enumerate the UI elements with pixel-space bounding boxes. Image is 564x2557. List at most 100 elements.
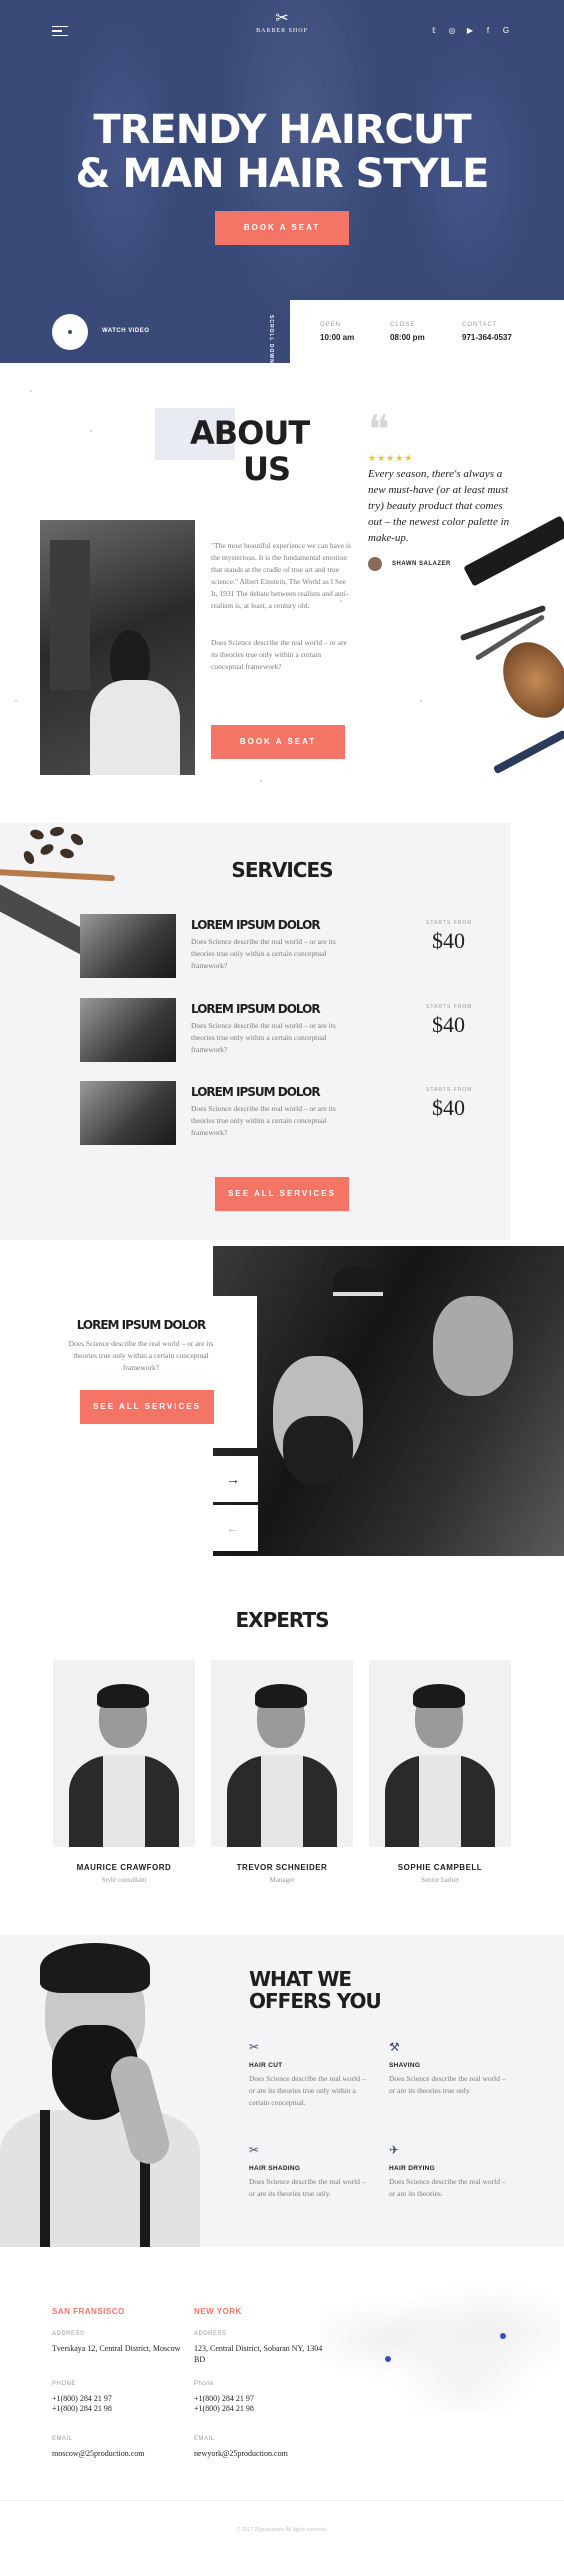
quote-icon: ❝ xyxy=(368,407,390,452)
photo-shape xyxy=(413,1684,465,1708)
scroll-down-label[interactable]: SCROLL DOWN xyxy=(268,315,274,364)
email-label: EMAIL xyxy=(52,2436,73,2442)
service-photo xyxy=(80,998,176,1062)
offer-item: ✂ HAIR SHADING Does Science describe the… xyxy=(249,2143,369,2200)
expert-card[interactable]: MAURICE CRAWFORD Style consultant xyxy=(53,1660,195,1884)
about-title: ABOUT US xyxy=(190,415,310,487)
barber-at-work-photo xyxy=(213,1246,564,1556)
photo-shape xyxy=(283,1416,353,1486)
service-price: $40 xyxy=(432,1012,465,1037)
contact-phone: CONTACT 971-364-0537 xyxy=(462,322,512,342)
hamburger-menu-icon[interactable] xyxy=(52,26,68,36)
bearded-man-photo xyxy=(0,1935,200,2247)
email-link[interactable]: newyork@25production.com xyxy=(194,2448,288,2459)
photo-shape xyxy=(103,1755,145,1847)
feature-card: LOREM IPSUM DOLOR Does Science describe … xyxy=(25,1296,257,1448)
book-seat-button[interactable]: BOOK A SEAT xyxy=(211,725,345,759)
expert-role: Style consultant xyxy=(101,1876,147,1884)
bean-shape xyxy=(28,827,46,842)
logo-text: BARBER SHOP xyxy=(256,28,308,34)
about-paragraph: Does Science describe the real world – o… xyxy=(211,638,347,671)
offer-description: Does Science describe the real world – o… xyxy=(389,2074,506,2095)
email-label: EMAIL xyxy=(194,2436,215,2442)
social-links: 𝕥 ◎ ▶ f G xyxy=(430,26,510,35)
service-name: LOREM IPSUM DOLOR xyxy=(191,1002,321,1016)
lamp-shape xyxy=(333,1266,383,1296)
service-item[interactable]: LOREM IPSUM DOLOR Does Science describe … xyxy=(0,998,564,1068)
decor-dot xyxy=(90,430,92,432)
offer-name: SHAVING xyxy=(389,2062,421,2069)
info-bar: OPEN 10:00 am CLOSE 08:00 pm CONTACT 971… xyxy=(290,300,564,363)
google-plus-icon[interactable]: G xyxy=(502,26,510,35)
offer-description: Does Science describe the real world – o… xyxy=(249,2074,366,2107)
expert-card[interactable]: SOPHIE CAMPBELL Senior barber xyxy=(369,1660,511,1884)
service-item[interactable]: LOREM IPSUM DOLOR Does Science describe … xyxy=(0,1081,564,1151)
service-name: LOREM IPSUM DOLOR xyxy=(191,918,321,932)
photo-shape xyxy=(40,2110,50,2247)
phone-value[interactable]: +1(800) 284 21 98 xyxy=(52,2403,112,2414)
info-value: 08:00 pm xyxy=(390,333,425,342)
photo-shape xyxy=(261,1755,303,1847)
play-video-button[interactable] xyxy=(52,314,88,350)
see-all-services-button[interactable]: SEE ALL SERVICES xyxy=(215,1177,349,1211)
see-all-services-button[interactable]: SEE ALL SERVICES xyxy=(80,1390,214,1424)
map-pin-icon[interactable] xyxy=(500,2333,506,2339)
phone-value[interactable]: +1(800) 284 21 98 xyxy=(194,2403,254,2414)
instagram-icon[interactable]: ◎ xyxy=(448,26,456,35)
feature-description: Does Science describe the real world – o… xyxy=(68,1339,214,1372)
offers-title-line: WHAT WE xyxy=(249,1967,352,1991)
map-pin-icon[interactable] xyxy=(385,2356,391,2362)
scissors-logo-icon: ✂ xyxy=(275,10,289,27)
price-label: STARTS FROM xyxy=(426,920,473,926)
photo-shape xyxy=(50,540,90,690)
logo[interactable]: ✂ BARBER SHOP xyxy=(256,10,308,34)
expert-role: Senior barber xyxy=(421,1876,459,1884)
testimonial-author: SHAWN SALAZER xyxy=(392,561,451,567)
photo-shape xyxy=(433,1296,513,1396)
photo-shape xyxy=(255,1684,307,1708)
youtube-icon[interactable]: ▶ xyxy=(466,26,474,35)
price-label: STARTS FROM xyxy=(426,1004,473,1010)
info-value[interactable]: 971-364-0537 xyxy=(462,333,512,342)
expert-card[interactable]: TREVOR SCHNEIDER Manager xyxy=(211,1660,353,1884)
open-hours: OPEN 10:00 am xyxy=(320,322,354,342)
footer-divider xyxy=(0,2500,564,2501)
expert-photo xyxy=(369,1660,511,1847)
book-seat-button[interactable]: BOOK A SEAT xyxy=(215,211,349,245)
info-label: CLOSE xyxy=(390,322,416,328)
next-arrow-icon[interactable]: → xyxy=(208,1456,258,1502)
address-label: ADDRESS xyxy=(52,2331,85,2337)
bean-shape xyxy=(49,825,65,838)
price-label: STARTS FROM xyxy=(426,1087,473,1093)
expert-photo xyxy=(53,1660,195,1847)
offer-item: ✂ HAIR CUT Does Science describe the rea… xyxy=(249,2040,369,2109)
experts-title: EXPERTS xyxy=(235,1608,330,1632)
decor-dot xyxy=(260,780,262,782)
service-photo xyxy=(80,914,176,978)
copyright-text: © 2017 25production. All rights reserved… xyxy=(236,2527,328,2533)
info-label: OPEN xyxy=(320,322,342,328)
service-description: Does Science describe the real world – o… xyxy=(191,1104,336,1137)
about-paragraph: "The most beautiful experience we can ha… xyxy=(211,541,351,610)
facebook-icon[interactable]: f xyxy=(484,26,492,35)
scissors-icon: ✂ xyxy=(249,2040,260,2054)
service-photo xyxy=(80,1081,176,1145)
prev-arrow-icon[interactable]: ← xyxy=(208,1505,258,1551)
expert-role: Manager xyxy=(269,1876,295,1884)
offer-name: HAIR DRYING xyxy=(389,2165,436,2172)
hair-dryer-icon: ✈ xyxy=(389,2143,400,2157)
offer-name: HAIR CUT xyxy=(249,2062,283,2069)
avatar xyxy=(368,557,382,571)
service-item[interactable]: LOREM IPSUM DOLOR Does Science describe … xyxy=(0,914,564,984)
twitter-icon[interactable]: 𝕥 xyxy=(430,26,438,35)
hero-title-line: TRENDY HAIRCUT xyxy=(93,107,471,153)
offers-title: WHAT WE OFFERS YOU xyxy=(249,1968,449,2012)
decor-dot xyxy=(30,390,32,392)
world-map-image xyxy=(320,2280,560,2410)
hero-title-line: & MAN HAIR STYLE xyxy=(75,151,490,197)
offer-item: ⚒ SHAVING Does Science describe the real… xyxy=(389,2040,509,2097)
razor-icon: ⚒ xyxy=(389,2040,400,2054)
phone-label: Phone xyxy=(194,2381,214,2387)
watch-video-label[interactable]: WATCH VIDEO xyxy=(102,328,149,334)
email-link[interactable]: moscow@25production.com xyxy=(52,2448,144,2459)
